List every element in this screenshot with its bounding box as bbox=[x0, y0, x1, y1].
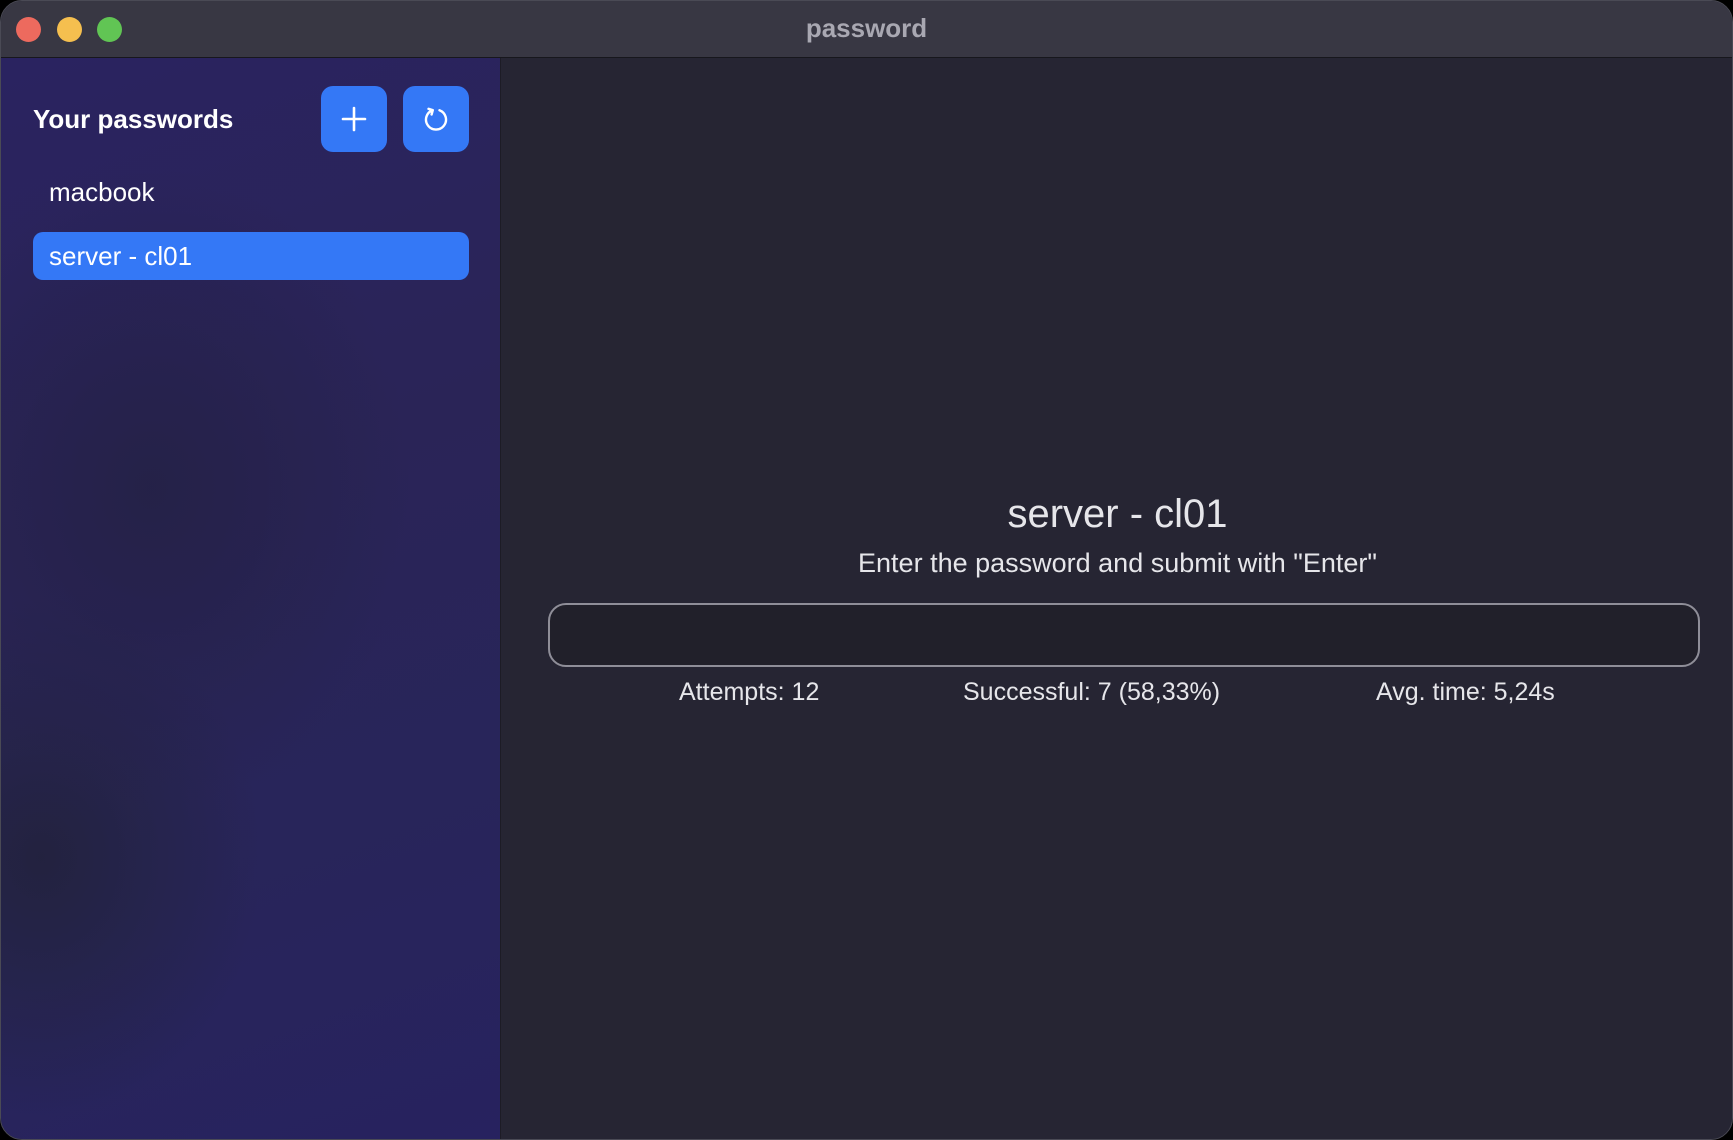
password-list: macbook server - cl01 bbox=[33, 168, 469, 296]
password-item-label: server - cl01 bbox=[49, 240, 193, 271]
plus-icon bbox=[341, 106, 367, 132]
add-password-button[interactable] bbox=[321, 86, 387, 152]
refresh-icon bbox=[424, 107, 448, 131]
avg-time-stat: Avg. time: 5,24s bbox=[1376, 678, 1555, 706]
title-bar[interactable]: password bbox=[1, 1, 1732, 58]
sidebar-title: Your passwords bbox=[33, 104, 234, 134]
password-item-server-cl01[interactable]: server - cl01 bbox=[33, 232, 469, 280]
password-input[interactable] bbox=[548, 603, 1700, 667]
entry-instructions: Enter the password and submit with "Ente… bbox=[858, 548, 1377, 578]
main-panel: server - cl01 Enter the password and sub… bbox=[501, 58, 1732, 1139]
window-title: password bbox=[805, 13, 928, 43]
password-item-macbook[interactable]: macbook bbox=[33, 168, 469, 216]
entry-title: server - cl01 bbox=[1007, 492, 1228, 536]
app-window: password Your passwords macbook server -… bbox=[0, 0, 1733, 1140]
sidebar: Your passwords macbook server - cl01 bbox=[1, 58, 501, 1139]
refresh-button[interactable] bbox=[403, 86, 469, 152]
attempts-stat: Attempts: 12 bbox=[679, 678, 820, 706]
password-item-label: macbook bbox=[49, 176, 155, 207]
successful-stat: Successful: 7 (58,33%) bbox=[963, 678, 1221, 706]
